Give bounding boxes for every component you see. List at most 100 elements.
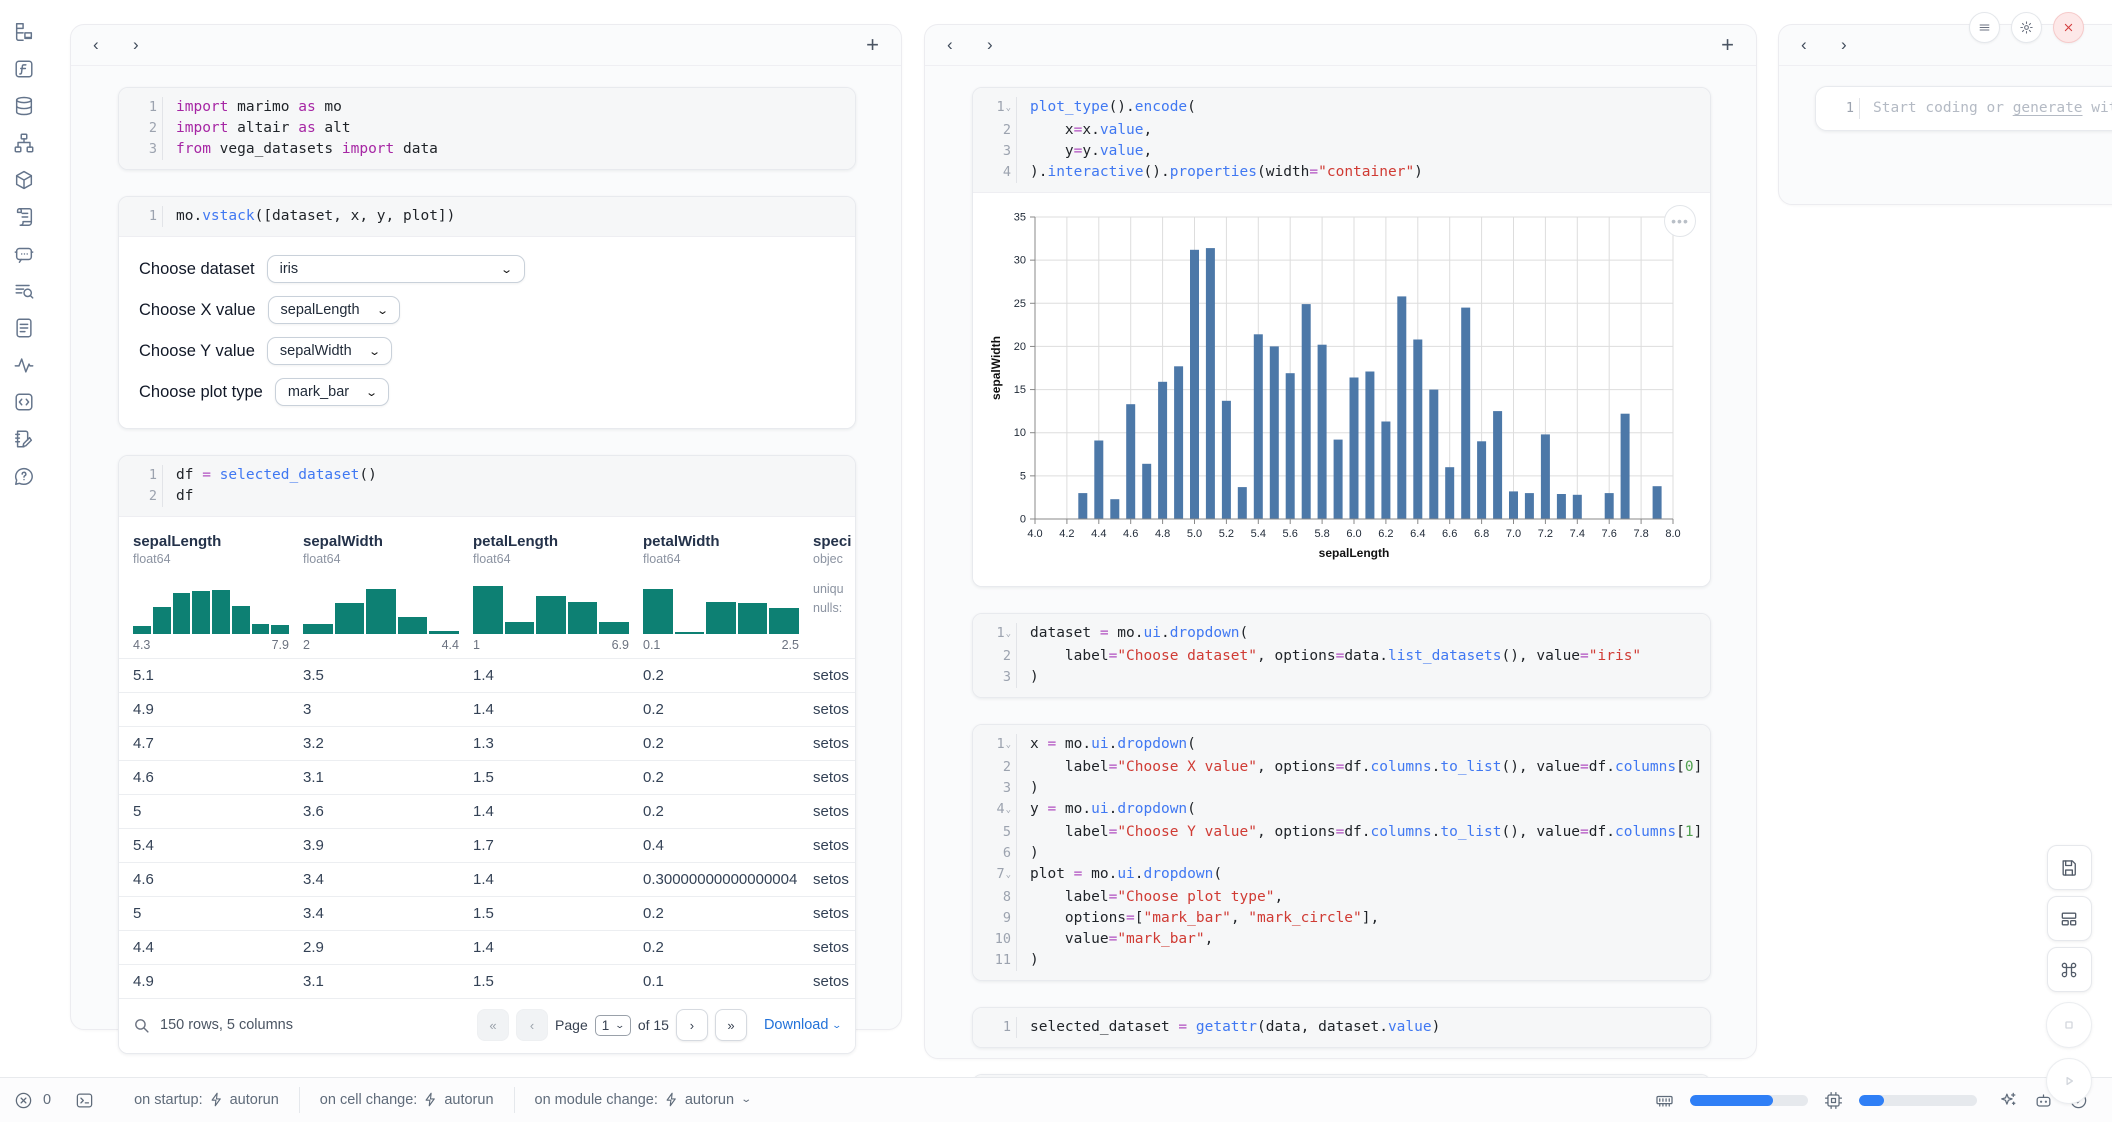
fold-chevron-icon[interactable]: ⌄ — [1005, 870, 1011, 880]
pagination: «‹Page1⌄of 15›»Download⌄ — [477, 1009, 841, 1041]
altair-bar-chart[interactable]: 4.04.24.44.64.85.05.25.45.65.86.06.26.46… — [973, 193, 1710, 586]
add-cell-button[interactable]: + — [866, 34, 879, 56]
chevron-right-icon[interactable]: › — [133, 35, 173, 55]
code-editor[interactable]: 1df = selected_dataset()2df — [119, 456, 855, 516]
errors-icon[interactable] — [14, 1091, 33, 1110]
ai-sparkle-icon[interactable] — [1999, 1091, 2018, 1110]
gear-icon[interactable] — [2011, 12, 2042, 43]
panel-1-header: ‹ › + — [71, 25, 901, 66]
dropdown-select[interactable]: sepalLength⌄ — [268, 296, 400, 324]
add-cell-button[interactable]: + — [1721, 34, 1734, 56]
page-select[interactable]: 1⌄ — [595, 1015, 631, 1036]
fold-chevron-icon[interactable]: ⌄ — [1005, 740, 1011, 750]
previous-page-button[interactable]: ‹ — [516, 1009, 548, 1041]
chevron-left-icon[interactable]: ‹ — [947, 35, 987, 55]
datasources-icon[interactable] — [12, 94, 36, 118]
column-histogram[interactable] — [643, 578, 799, 634]
table-cell: 3.4 — [303, 871, 473, 888]
lightning-icon — [209, 1092, 224, 1107]
column-histogram[interactable] — [303, 578, 459, 634]
logs-icon[interactable] — [12, 205, 36, 229]
menu-icon[interactable] — [1969, 12, 2000, 43]
code-editor[interactable]: 1⌄dataset = mo.ui.dropdown(2 label="Choo… — [973, 614, 1710, 697]
code-line: label="Choose X value", options=df.colum… — [1016, 757, 1702, 778]
column-histogram[interactable] — [133, 578, 289, 634]
next-page-button[interactable]: › — [676, 1009, 708, 1041]
line-number: 2 — [119, 486, 162, 507]
notebook-cell-imports: 1import marimo as mo2import altair as al… — [118, 87, 856, 170]
help-icon[interactable] — [12, 464, 36, 488]
runtime-config-segment[interactable]: on cell change:autorun — [299, 1087, 514, 1113]
first-page-button[interactable]: « — [477, 1009, 509, 1041]
keyboard-shortcuts-button[interactable] — [2047, 947, 2092, 992]
column-header[interactable]: sepalWidthfloat6424.4 — [303, 533, 473, 652]
dropdown-select[interactable]: iris⌄ — [267, 255, 525, 283]
table-row[interactable]: 4.93.11.50.1setos — [119, 964, 855, 998]
notebook-cell-df: 1df = selected_dataset()2df sepalLengthfl… — [118, 455, 856, 1054]
column-histogram[interactable] — [473, 578, 629, 634]
code-editor-placeholder[interactable]: Start coding or generate with — [1859, 98, 2112, 119]
code-editor[interactable]: 1⌄x = mo.ui.dropdown(2 label="Choose X v… — [973, 725, 1710, 980]
table-row[interactable]: 4.73.21.30.2setos — [119, 726, 855, 760]
ai-chat-icon[interactable] — [12, 242, 36, 266]
stop-button[interactable] — [2046, 1002, 2092, 1048]
fold-chevron-icon[interactable]: ⌄ — [1005, 629, 1011, 639]
table-row[interactable]: 5.43.91.70.4setos — [119, 828, 855, 862]
dependency-graph-icon[interactable] — [12, 131, 36, 155]
chevron-right-icon[interactable]: › — [1841, 35, 1881, 55]
run-button[interactable] — [2046, 1058, 2092, 1104]
column-header[interactable]: speciobjecuniqunulls: — [813, 533, 856, 652]
dropdown-value: mark_bar — [288, 384, 349, 400]
table-row[interactable]: 53.61.40.2setos — [119, 794, 855, 828]
table-cell: 4.6 — [133, 871, 303, 888]
chart-options-button[interactable]: ••• — [1664, 205, 1696, 237]
column-header[interactable]: sepalLengthfloat644.37.9 — [133, 533, 303, 652]
table-row[interactable]: 5.13.51.40.2setos — [119, 658, 855, 692]
runtime-config-segment[interactable]: on module change:autorun⌄ — [514, 1087, 771, 1113]
table-cell: 5 — [133, 905, 303, 922]
chevron-left-icon[interactable]: ‹ — [93, 35, 133, 55]
line-number: 5 — [973, 822, 1016, 843]
svg-text:6.0: 6.0 — [1346, 528, 1361, 540]
terminal-icon[interactable] — [75, 1091, 94, 1110]
code-editor[interactable]: 1mo.vstack([dataset, x, y, plot]) — [119, 197, 855, 236]
outputs-console-icon[interactable] — [12, 390, 36, 414]
fold-chevron-icon[interactable]: ⌄ — [1005, 805, 1011, 815]
last-page-button[interactable]: » — [715, 1009, 747, 1041]
notebook-cell-dataset-dropdown: 1⌄dataset = mo.ui.dropdown(2 label="Choo… — [972, 613, 1711, 698]
close-icon[interactable] — [2053, 12, 2084, 43]
fold-chevron-icon[interactable]: ⌄ — [1005, 103, 1011, 113]
layout-grid-button[interactable] — [2047, 896, 2092, 941]
packages-icon[interactable] — [12, 168, 36, 192]
snippets-icon[interactable] — [12, 316, 36, 340]
table-row[interactable]: 4.63.11.50.2setos — [119, 760, 855, 794]
scratchpad-search-icon[interactable] — [12, 279, 36, 303]
table-row[interactable]: 4.63.41.40.30000000000000004setos — [119, 862, 855, 896]
download-button[interactable]: Download⌄ — [764, 1017, 841, 1033]
tracing-icon[interactable] — [12, 353, 36, 377]
save-button[interactable] — [2047, 845, 2092, 890]
functions-icon[interactable] — [12, 57, 36, 81]
chevron-left-icon[interactable]: ‹ — [1801, 35, 1841, 55]
code-editor[interactable]: 1selected_dataset = getattr(data, datase… — [973, 1008, 1710, 1047]
notebook-annotate-icon[interactable] — [12, 427, 36, 451]
table-row[interactable]: 4.42.91.40.2setos — [119, 930, 855, 964]
svg-text:7.8: 7.8 — [1633, 528, 1648, 540]
dropdown-select[interactable]: mark_bar⌄ — [275, 378, 389, 406]
code-line: plot = mo.ui.dropdown( — [1016, 864, 1222, 887]
chevron-right-icon[interactable]: › — [987, 35, 1027, 55]
column-header[interactable]: petalWidthfloat640.12.5 — [643, 533, 813, 652]
runtime-config-segment[interactable]: on startup:autorun — [114, 1087, 299, 1113]
code-editor[interactable]: 1import marimo as mo2import altair as al… — [119, 88, 855, 169]
window-buttons — [1969, 12, 2084, 43]
table-row[interactable]: 53.41.50.2setos — [119, 896, 855, 930]
code-editor[interactable]: 1⌄plot_type().encode(2 x=x.value,3 y=y.v… — [973, 88, 1710, 192]
column-header[interactable]: petalLengthfloat6416.9 — [473, 533, 643, 652]
dropdown-select[interactable]: sepalWidth⌄ — [267, 337, 392, 365]
file-tree-icon[interactable] — [12, 20, 36, 44]
search-icon[interactable] — [133, 1017, 150, 1034]
svg-text:4.6: 4.6 — [1123, 528, 1138, 540]
generate-link[interactable]: generate — [2013, 100, 2083, 116]
table-row[interactable]: 4.931.40.2setos — [119, 692, 855, 726]
code-line: from vega_datasets import data — [162, 139, 438, 160]
